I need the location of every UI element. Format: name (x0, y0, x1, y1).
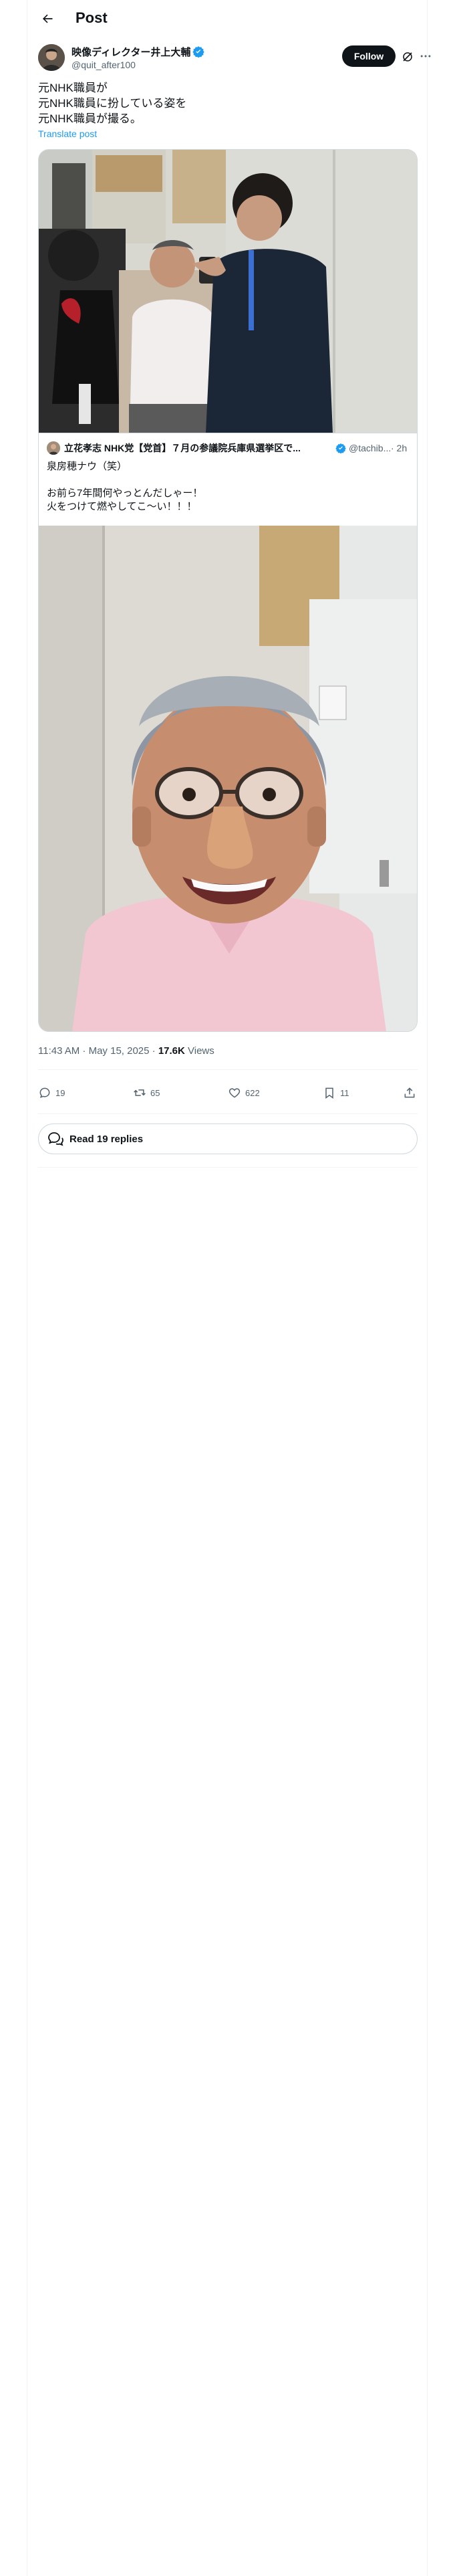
divider (38, 1167, 418, 1168)
chat-bubbles-icon (48, 1132, 63, 1146)
like-button[interactable]: 622 (228, 1086, 260, 1099)
reply-icon (39, 1087, 50, 1098)
post-image[interactable] (38, 149, 418, 433)
quoted-author-name: 立花孝志 NHK党【党首】７月の参議院兵庫県選挙区で... (64, 443, 301, 453)
post-text-line: 元NHK職員に扮している姿を (38, 97, 187, 110)
back-button[interactable] (37, 8, 58, 29)
like-icon (229, 1088, 241, 1098)
reply-count: 19 (55, 1087, 65, 1098)
author-name[interactable]: 映像ディレクター井上大輔 (71, 45, 205, 59)
action-bar: 19 65 622 11 (38, 1078, 418, 1110)
more-icon[interactable] (419, 49, 432, 63)
views-count: 17.6K (158, 1045, 185, 1057)
share-icon (404, 1087, 415, 1098)
post-text: 元NHK職員が 元NHK職員に扮している姿を 元NHK職員が撮る。 (38, 80, 412, 126)
divider (38, 1069, 418, 1070)
read-replies-label: Read 19 replies (69, 1133, 144, 1145)
post-metadata: 11:43 AM · May 15, 2025 · 17.6K Views (38, 1045, 214, 1058)
quoted-post-text: 泉房穂ナウ（笑） お前ら7年間何やっとんだしゃー！ 火をつけて燃やしてこ〜い！！… (47, 460, 408, 514)
back-arrow-icon (42, 14, 53, 23)
share-button[interactable] (403, 1086, 416, 1099)
post-text-line: 元NHK職員が (38, 82, 108, 94)
quoted-text-line: 火をつけて燃やしてこ〜い！！！ (47, 501, 197, 512)
page-title: Post (76, 9, 108, 26)
bookmark-icon (325, 1087, 333, 1099)
bookmark-count: 11 (340, 1087, 349, 1098)
post-text-line: 元NHK職員が撮る。 (38, 112, 142, 125)
repost-count: 65 (150, 1087, 160, 1098)
reply-button[interactable]: 19 (38, 1086, 65, 1099)
quoted-text-line (47, 473, 408, 487)
author-name-text[interactable]: 映像ディレクター井上大輔 (71, 47, 190, 58)
like-count: 622 (245, 1087, 260, 1098)
divider (38, 1113, 418, 1114)
views-label: Views (184, 1045, 214, 1057)
follow-button[interactable]: Follow (342, 45, 396, 67)
quoted-text-line: お前ら7年間何やっとんだしゃー！ (47, 488, 203, 499)
page-header: Post (27, 0, 427, 37)
post-timestamp[interactable]: 11:43 AM · May 15, 2025 · (38, 1045, 158, 1057)
quoted-author-handle: @tachib... (349, 443, 392, 453)
verified-badge-icon (192, 46, 205, 58)
repost-icon (134, 1089, 146, 1096)
post-author: 映像ディレクター井上大輔 @quit_after100 Follow (38, 44, 431, 74)
avatar[interactable] (38, 44, 65, 71)
quoted-text-line: 泉房穂ナウ（笑） (47, 461, 128, 472)
bookmark-button[interactable]: 11 (323, 1086, 349, 1099)
grok-icon[interactable] (402, 51, 414, 63)
quoted-post-header: 立花孝志 NHK党【党首】７月の参議院兵庫県選挙区で... @tachib...… (47, 441, 410, 455)
translate-post-link[interactable]: Translate post (38, 128, 97, 139)
repost-button[interactable]: 65 (133, 1086, 160, 1099)
read-replies-button[interactable]: Read 19 replies (38, 1123, 418, 1154)
author-handle[interactable]: @quit_after100 (71, 59, 136, 71)
quoted-post-image[interactable] (39, 526, 417, 1031)
quoted-post[interactable]: 立花孝志 NHK党【党首】７月の参議院兵庫県選挙区で... @tachib...… (38, 433, 418, 1032)
main-column: Post 映像ディレクター井上大輔 @quit_after100 Follow … (27, 0, 431, 2576)
quoted-avatar (47, 441, 60, 455)
quoted-timestamp: · 2h (391, 443, 408, 453)
verified-badge-icon (335, 443, 346, 453)
